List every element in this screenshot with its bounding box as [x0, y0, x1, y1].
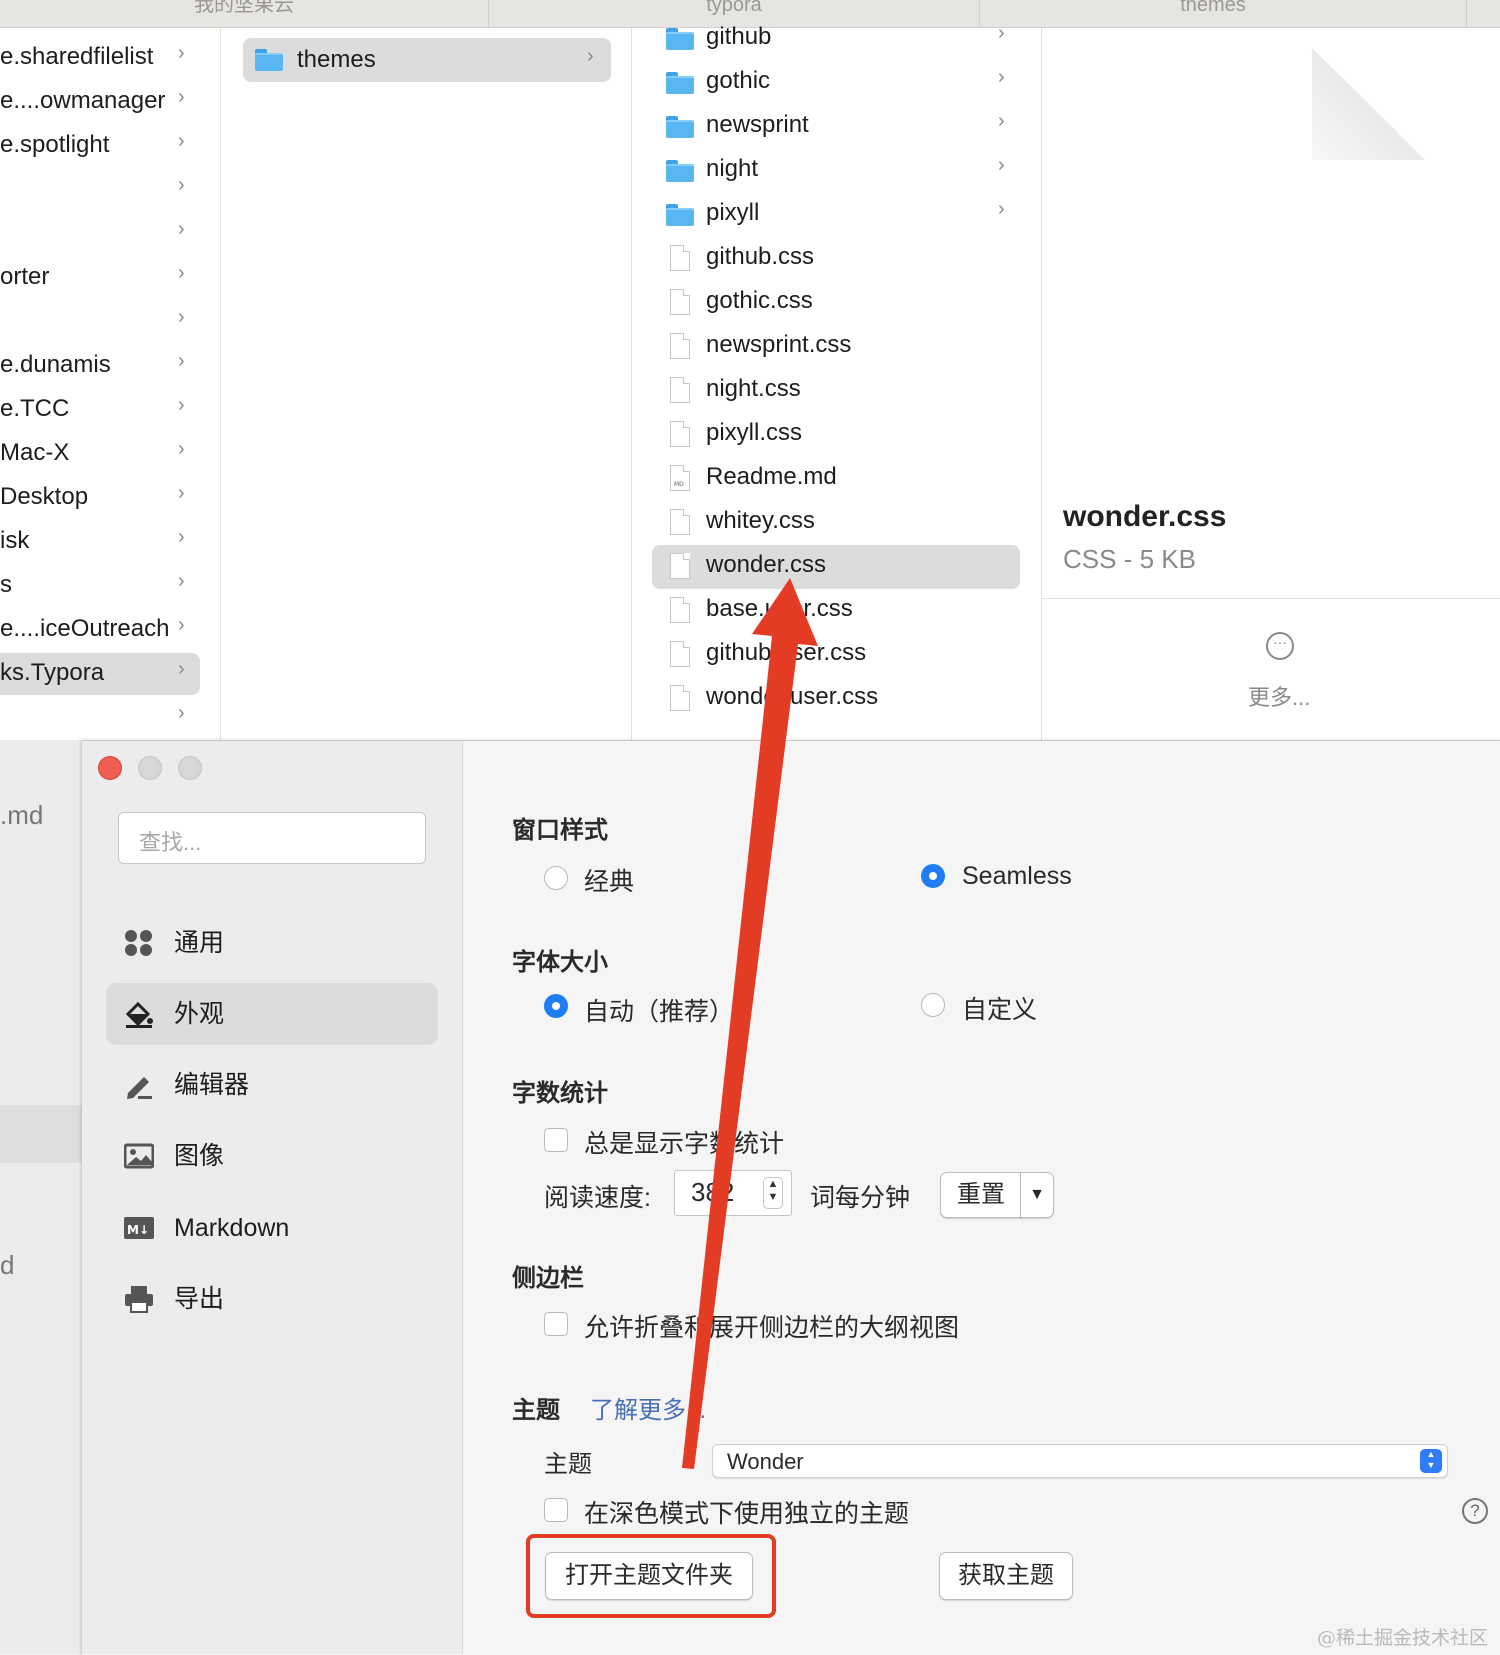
- watermark: @稀土掘金技术社区: [1316, 1627, 1488, 1649]
- annotation-arrow: [682, 578, 818, 1469]
- annotation-arrow-svg: [682, 578, 818, 1469]
